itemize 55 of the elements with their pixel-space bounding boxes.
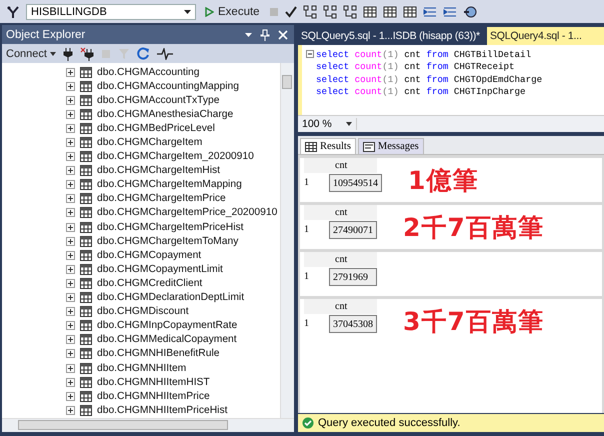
tree-item[interactable]: dbo.CHGMChargeItemMapping [97, 179, 242, 190]
column-header[interactable]: cnt [329, 299, 377, 314]
results-tab[interactable]: Results [300, 138, 356, 154]
tree-item[interactable]: dbo.CHGMMedicalCopayment [97, 334, 237, 346]
tree-item[interactable]: dbo.CHGMNHIItemPrice [97, 390, 210, 402]
tree-item[interactable]: dbo.CHGMChargeItem_20200910 [97, 151, 254, 162]
code-line: select count(1) cnt from CHGTBillDetail [316, 48, 532, 60]
tree-item[interactable]: dbo.CHGMNHIItem [97, 362, 186, 374]
zoom-dropdown[interactable]: 100 % [298, 118, 357, 130]
table-cell[interactable]: 109549514 [329, 174, 382, 192]
row-number[interactable]: 1 [304, 220, 329, 240]
column-header[interactable]: cnt [329, 158, 377, 173]
tree-item[interactable]: dbo.CHGMChargeItemPrice_20200910 [97, 207, 278, 218]
code-line: select count(1) cnt from CHGTInpCharge [316, 86, 526, 98]
row-number[interactable]: 1 [304, 267, 329, 287]
database-dropdown[interactable]: HISBILLINGDB [26, 4, 196, 20]
tree-item[interactable]: dbo.CHGMChargeItem [97, 137, 202, 148]
tree-item[interactable]: dbo.CHGMChargeItemHist [97, 165, 220, 176]
editor-tab[interactable]: SQLQuery4.sql - 1... [486, 27, 604, 45]
code-line: select count(1) cnt from CHGTReceipt [316, 61, 515, 72]
tree-item[interactable]: dbo.CHGMDiscount [97, 306, 189, 318]
tree-item[interactable]: dbo.CHGMAccountTxType [97, 94, 220, 106]
panel-title: Object Explorer [6, 28, 86, 40]
tree-item[interactable]: dbo.CHGMAccounting [97, 66, 200, 78]
annotation: 3千7百萬筆 [403, 306, 544, 338]
table-cell[interactable]: 37045308 [329, 315, 377, 333]
tree-item[interactable]: dbo.CHGMChargeItemPrice [97, 193, 226, 204]
annotation: 2千7百萬筆 [403, 212, 544, 244]
column-header[interactable]: cnt [329, 252, 377, 267]
code-line: select count(1) cnt from CHGTOpdEmdCharge [316, 74, 542, 85]
tree-item[interactable]: dbo.CHGMBedPriceLevel [97, 122, 215, 134]
tree-item[interactable]: dbo.CHGMDeclarationDeptLimit [97, 292, 244, 304]
tree-item[interactable]: dbo.CHGMCopayment [97, 250, 202, 261]
tree-item[interactable]: dbo.CHGMAccountingMapping [97, 80, 239, 92]
table-cell[interactable]: 2791969 [329, 268, 377, 286]
row-number[interactable]: 1 [304, 314, 329, 334]
execute-button[interactable]: Execute [202, 6, 263, 18]
status-message: Query executed successfully. [318, 417, 460, 429]
table-cell[interactable]: 27490071 [329, 221, 377, 239]
tree-item[interactable]: dbo.CHGMChargeItemToMany [97, 236, 238, 247]
results-tab[interactable]: Messages [358, 138, 424, 154]
tree-item[interactable]: dbo.CHGMInpCopaymentRate [97, 320, 238, 332]
row-number[interactable]: 1 [304, 173, 329, 193]
tree-item[interactable]: dbo.CHGMNHIItemHIST [97, 376, 210, 388]
tree-item[interactable]: dbo.CHGMChargeItemPriceHist [97, 222, 244, 233]
connect-button[interactable]: Connect [6, 48, 56, 60]
tree-item[interactable]: dbo.CHGMAnesthesiaCharge [97, 108, 234, 120]
tree-item[interactable]: dbo.CHGMNHIItemPriceHist [97, 404, 228, 416]
annotation: 1億筆 [408, 165, 478, 197]
tree-item[interactable]: dbo.CHGMCopaymentLimit [97, 264, 223, 275]
tree-item[interactable]: dbo.CHGMCreditClient [97, 278, 202, 289]
editor-tab[interactable]: SQLQuery5.sql - 1...ISDB (hisapp (63))* [298, 27, 483, 45]
column-header[interactable]: cnt [329, 205, 377, 220]
code-editor[interactable]: select count(1) cnt from CHGTBillDetail select count(1) cnt from CHGTReceipt select count(1) cnt from CHGTOpdEmdCharge select count(1) cnt from CHGTInpCharge [298, 45, 604, 115]
tree-item[interactable]: dbo.CHGMNHIBenefitRule [97, 348, 220, 360]
